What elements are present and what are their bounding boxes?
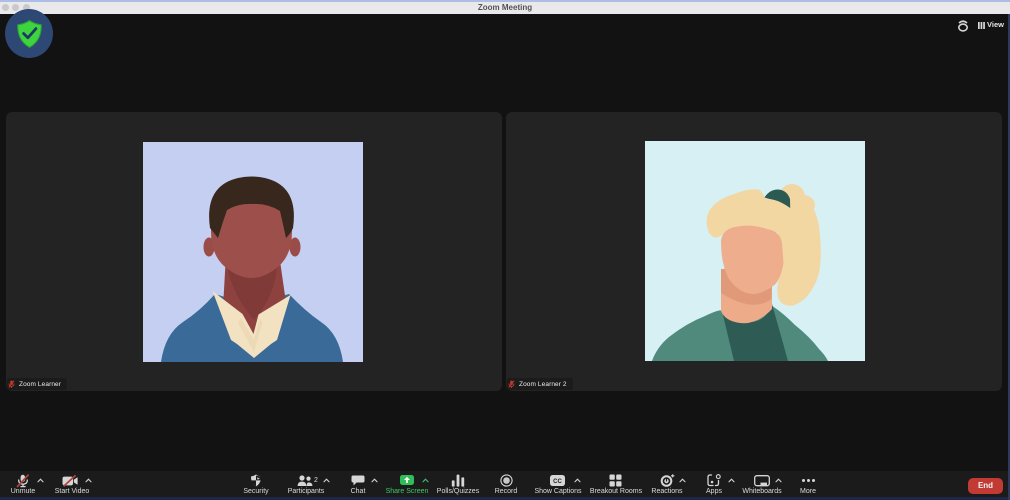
svg-text:CC: CC — [553, 479, 562, 485]
